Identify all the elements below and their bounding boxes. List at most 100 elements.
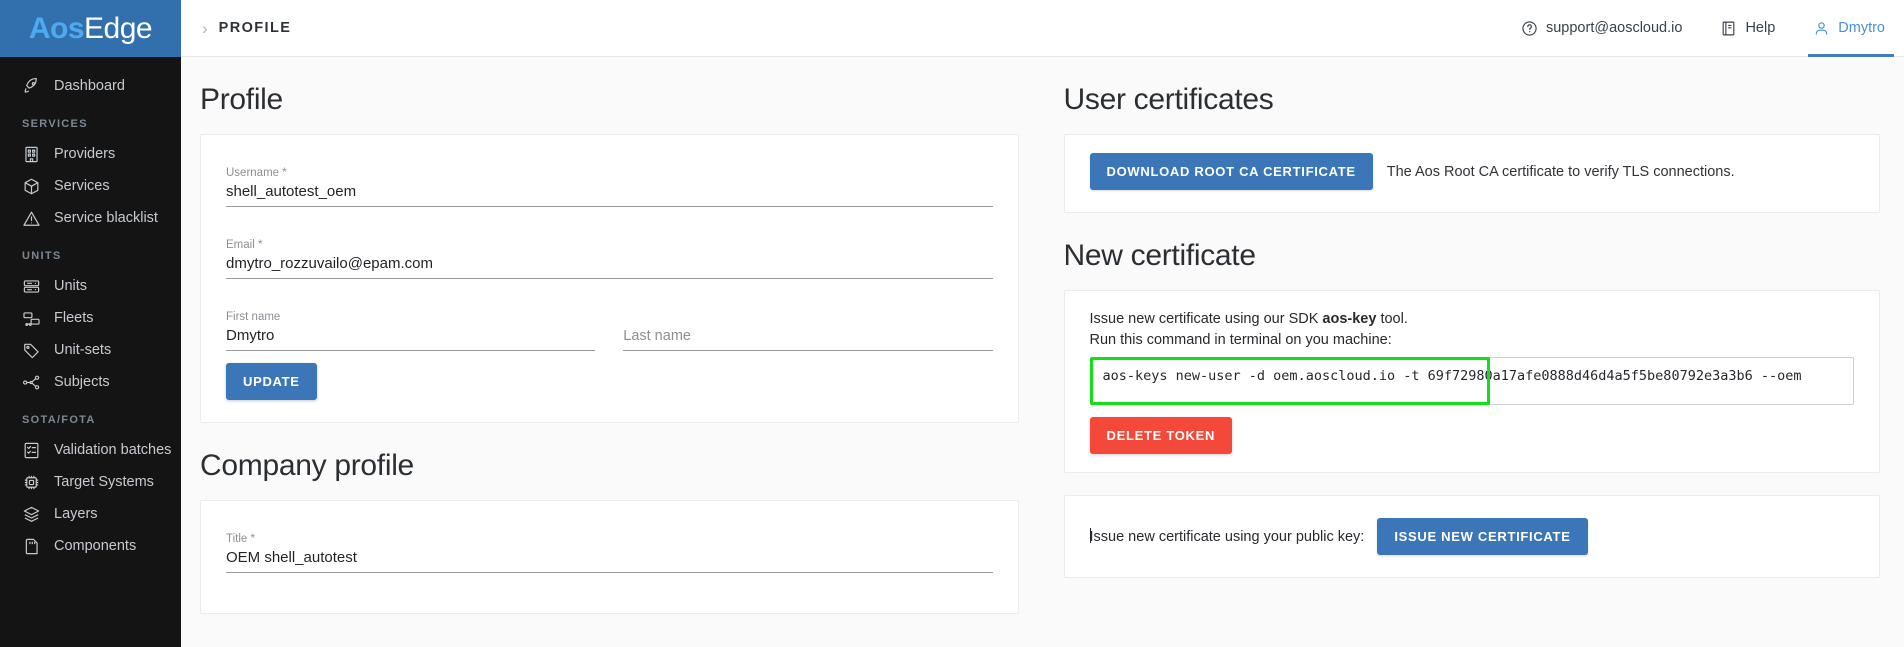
sidebar-item-label: Validation batches [54, 442, 171, 458]
brand-logo[interactable]: AosEdge [0, 0, 181, 57]
first-name-label: First name [226, 310, 595, 324]
sidebar-item-label: Unit-sets [54, 342, 111, 358]
brand-name-aos: Aos [29, 12, 84, 45]
sdk-line-prefix: Issue new certificate using our SDK [1090, 311, 1323, 327]
issue-new-certificate-button[interactable]: ISSUE NEW CERTIFICATE [1377, 518, 1587, 555]
update-button[interactable]: UPDATE [226, 363, 317, 400]
sdk-instructions: Issue new certificate using our SDK aos-… [1090, 309, 1855, 351]
company-title-field-wrap: Title * [226, 519, 993, 573]
sidebar-group-services: SERVICES [0, 102, 181, 138]
sidebar-item-label: Providers [54, 146, 115, 162]
company-heading: Company profile [200, 449, 1019, 483]
sidebar-item-subjects[interactable]: Subjects [0, 366, 181, 398]
company-card: Title * [200, 500, 1019, 614]
first-name-field-wrap: First name [226, 297, 595, 351]
sidebar-item-label: Service blacklist [54, 210, 158, 226]
brand-name-edge: Edge [84, 12, 152, 45]
book-icon [1720, 20, 1737, 37]
download-ca-row: DOWNLOAD ROOT CA CERTIFICATE The Aos Roo… [1090, 153, 1855, 190]
issue-certificate-label-text: Issue new certificate using your public … [1090, 529, 1365, 545]
sidebar-item-components[interactable]: Components [0, 530, 181, 562]
cube-icon [22, 177, 41, 196]
download-root-ca-button[interactable]: DOWNLOAD ROOT CA CERTIFICATE [1090, 153, 1373, 190]
company-title-label: Title * [226, 532, 993, 546]
user-icon [1813, 20, 1830, 37]
sidebar-item-label: Fleets [54, 310, 94, 326]
page-title: PROFILE [219, 20, 292, 36]
last-name-input[interactable] [623, 324, 992, 351]
sd-card-icon [22, 537, 41, 556]
last-name-label [623, 310, 992, 324]
profile-card: Username * Email * First name [200, 134, 1019, 423]
sidebar-item-fleets[interactable]: Fleets [0, 302, 181, 334]
issue-certificate-label: Issue new certificate using your public … [1090, 528, 1365, 545]
checklist-icon [22, 441, 41, 460]
sidebar-item-label: Units [54, 278, 87, 294]
sidebar: AosEdge Dashboard SERVICES [0, 0, 181, 647]
issue-certificate-card: Issue new certificate using your public … [1064, 495, 1881, 578]
new-certificate-heading: New certificate [1064, 239, 1881, 273]
sidebar-item-layers[interactable]: Layers [0, 498, 181, 530]
user-name-label: Dmytro [1838, 20, 1885, 36]
question-circle-icon [1521, 20, 1538, 37]
sidebar-item-service-blacklist[interactable]: Service blacklist [0, 202, 181, 234]
sidebar-item-label: Target Systems [54, 474, 154, 490]
building-icon [22, 145, 41, 164]
fleet-icon [22, 309, 41, 328]
sidebar-item-services[interactable]: Services [0, 170, 181, 202]
sidebar-item-unit-sets[interactable]: Unit-sets [0, 334, 181, 366]
sidebar-item-units[interactable]: Units [0, 270, 181, 302]
username-field-wrap: Username * [226, 153, 993, 207]
sdk-line-suffix: tool. [1376, 311, 1407, 327]
top-bar: › PROFILE support@aoscloud.io [181, 0, 1904, 57]
sidebar-group-sota-fota: SOTA/FOTA [0, 398, 181, 434]
help-link[interactable]: Help [1701, 0, 1794, 57]
sidebar-nav: Dashboard SERVICES Providers [0, 57, 181, 647]
profile-column: Profile Username * Email * First name [181, 57, 1043, 647]
sidebar-item-validation-batches[interactable]: Validation batches [0, 434, 181, 466]
company-title-input[interactable] [226, 546, 993, 573]
delete-token-button[interactable]: DELETE TOKEN [1090, 417, 1233, 454]
user-certificates-heading: User certificates [1064, 83, 1881, 117]
sidebar-item-label: Services [54, 178, 110, 194]
help-label: Help [1745, 20, 1775, 36]
sidebar-group-units: UNITS [0, 234, 181, 270]
rocket-icon [22, 77, 41, 96]
new-certificate-card: Issue new certificate using our SDK aos-… [1064, 290, 1881, 473]
sidebar-item-label: Components [54, 538, 136, 554]
layers-icon [22, 505, 41, 524]
email-field-wrap: Email * [226, 225, 993, 279]
server-icon [22, 277, 41, 296]
nodes-icon [22, 373, 41, 392]
email-input[interactable] [226, 252, 993, 279]
name-field-row: First name [226, 297, 993, 363]
username-input[interactable] [226, 180, 993, 207]
sdk-tool-name: aos-key [1322, 311, 1376, 327]
first-name-input[interactable] [226, 324, 595, 351]
user-certificates-card: DOWNLOAD ROOT CA CERTIFICATE The Aos Roo… [1064, 134, 1881, 213]
token-command-text[interactable]: aos-keys new-user -d oem.aoscloud.io -t … [1090, 357, 1855, 405]
sidebar-item-providers[interactable]: Providers [0, 138, 181, 170]
content-area: Profile Username * Email * First name [181, 57, 1904, 647]
issue-certificate-row: Issue new certificate using your public … [1090, 518, 1855, 555]
sidebar-item-label: Subjects [54, 374, 110, 390]
sidebar-item-target-systems[interactable]: Target Systems [0, 466, 181, 498]
tag-icon [22, 341, 41, 360]
main-area: › PROFILE support@aoscloud.io [181, 0, 1904, 647]
support-email-label: support@aoscloud.io [1546, 20, 1682, 36]
certificates-column: User certificates DOWNLOAD ROOT CA CERTI… [1043, 57, 1904, 647]
warning-triangle-icon [22, 209, 41, 228]
username-label: Username * [226, 166, 993, 180]
breadcrumb: › PROFILE [181, 20, 291, 37]
sidebar-item-dashboard[interactable]: Dashboard [0, 70, 181, 102]
user-menu[interactable]: Dmytro [1794, 0, 1904, 57]
chevron-right-icon: › [202, 20, 208, 37]
top-bar-actions: support@aoscloud.io Help [1502, 0, 1904, 57]
sidebar-item-label: Layers [54, 506, 98, 522]
chip-icon [22, 473, 41, 492]
run-command-instruction: Run this command in terminal on you mach… [1090, 330, 1855, 351]
email-label: Email * [226, 238, 993, 252]
token-command-wrap: aos-keys new-user -d oem.aoscloud.io -t … [1090, 357, 1855, 405]
download-ca-note: The Aos Root CA certificate to verify TL… [1387, 164, 1735, 180]
support-email-link[interactable]: support@aoscloud.io [1502, 0, 1701, 57]
